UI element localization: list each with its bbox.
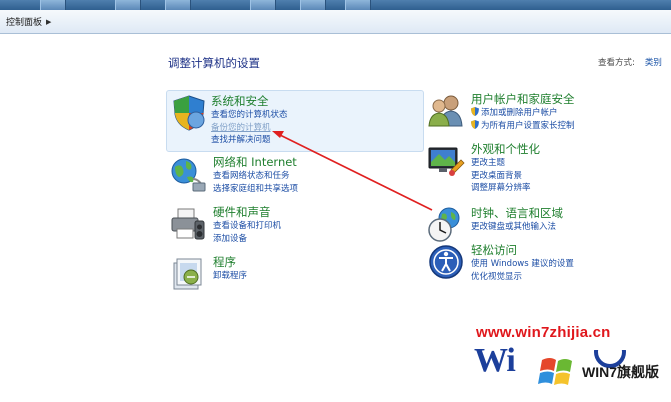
clock-globe-icon [428, 207, 460, 242]
watermark-badge: WIN7旗舰版 [582, 364, 659, 380]
view-by: 查看方式: 类别 [598, 56, 662, 68]
link-label: 为所有用户设置家长控制 [481, 120, 575, 131]
category-title[interactable]: 用户帐户和家庭安全 [471, 92, 575, 107]
watermark-logo: Wi [474, 342, 516, 379]
category-title[interactable]: 外观和个性化 [471, 142, 540, 157]
shield-icon [173, 95, 205, 131]
link-screen-resolution[interactable]: 调整屏幕分辨率 [471, 182, 540, 195]
link-view-computer-status[interactable]: 查看您的计算机状态 [211, 109, 288, 122]
link-change-background[interactable]: 更改桌面背景 [471, 170, 540, 183]
taskbar-strip [0, 0, 671, 10]
category-title[interactable]: 系统和安全 [211, 94, 288, 109]
link-devices-printers[interactable]: 查看设备和打印机 [213, 220, 281, 233]
link-change-keyboard[interactable]: 更改键盘或其他输入法 [471, 221, 563, 234]
link-label: 添加或删除用户帐户 [481, 108, 558, 118]
category-title[interactable]: 时钟、语言和区域 [471, 206, 563, 221]
category-title[interactable]: 硬件和声音 [213, 205, 281, 220]
category-ease-of-access[interactable]: 轻松访问 使用 Windows 建议的设置 优化视觉显示 [427, 243, 667, 287]
programs-icon [173, 258, 202, 290]
taskbar-thumbnail[interactable] [345, 0, 371, 10]
watermark-url: www.win7zhijia.cn [476, 324, 611, 341]
link-homegroup-sharing[interactable]: 选择家庭组和共享选项 [213, 183, 298, 196]
annotation-arrow [272, 131, 433, 211]
taskbar-thumbnail[interactable] [300, 0, 326, 10]
link-backup-computer[interactable]: 备份您的计算机 [211, 122, 288, 135]
taskbar-thumbnail[interactable] [40, 0, 66, 10]
link-find-fix-problems[interactable]: 查找并解决问题 [211, 134, 288, 147]
breadcrumb-control-panel[interactable]: 控制面板 [6, 15, 42, 28]
view-by-label: 查看方式: [598, 58, 635, 68]
category-system-security[interactable]: 系统和安全 查看您的计算机状态 备份您的计算机 查找并解决问题 [166, 90, 424, 152]
link-add-remove-users[interactable]: 添加或删除用户帐户 [471, 107, 575, 120]
uac-shield-icon [471, 107, 479, 116]
page-title: 调整计算机的设置 [168, 56, 260, 70]
category-hardware-sound[interactable]: 硬件和声音 查看设备和打印机 添加设备 [169, 205, 419, 249]
category-title[interactable]: 程序 [213, 255, 247, 270]
link-add-device[interactable]: 添加设备 [213, 233, 281, 246]
link-uninstall-program[interactable]: 卸载程序 [213, 270, 247, 283]
ease-of-access-icon [429, 245, 463, 279]
appearance-icon [428, 147, 465, 176]
taskbar-thumbnail[interactable] [115, 0, 141, 10]
category-title[interactable]: 轻松访问 [471, 243, 574, 258]
view-by-dropdown[interactable]: 类别 [645, 56, 662, 68]
link-parental-controls[interactable]: 为所有用户设置家长控制 [471, 119, 575, 133]
link-optimize-visual-display[interactable]: 优化视觉显示 [471, 271, 574, 284]
taskbar-thumbnail[interactable] [250, 0, 276, 10]
category-title[interactable]: 网络和 Internet [213, 155, 298, 170]
uac-shield-icon [471, 119, 479, 129]
chevron-right-icon[interactable]: ▶ [46, 18, 51, 26]
category-user-accounts[interactable]: 用户帐户和家庭安全 添加或删除用户帐户 为所有用户设置家长控制 [427, 92, 667, 136]
category-clock-language-region[interactable]: 时钟、语言和区域 更改键盘或其他输入法 [427, 206, 667, 246]
link-change-theme[interactable]: 更改主题 [471, 157, 540, 170]
network-globe-icon [171, 158, 206, 192]
users-icon [428, 95, 463, 127]
link-windows-recommended-settings[interactable]: 使用 Windows 建议的设置 [471, 258, 574, 271]
printer-icon [171, 208, 205, 240]
address-bar[interactable]: 控制面板 ▶ [0, 10, 671, 34]
link-view-network-status[interactable]: 查看网络状态和任务 [213, 170, 298, 183]
category-appearance[interactable]: 外观和个性化 更改主题 更改桌面背景 调整屏幕分辨率 [427, 142, 667, 196]
category-programs[interactable]: 程序 卸载程序 [169, 255, 419, 293]
category-network-internet[interactable]: 网络和 Internet 查看网络状态和任务 选择家庭组和共享选项 [169, 155, 419, 199]
taskbar-thumbnail[interactable] [165, 0, 191, 10]
